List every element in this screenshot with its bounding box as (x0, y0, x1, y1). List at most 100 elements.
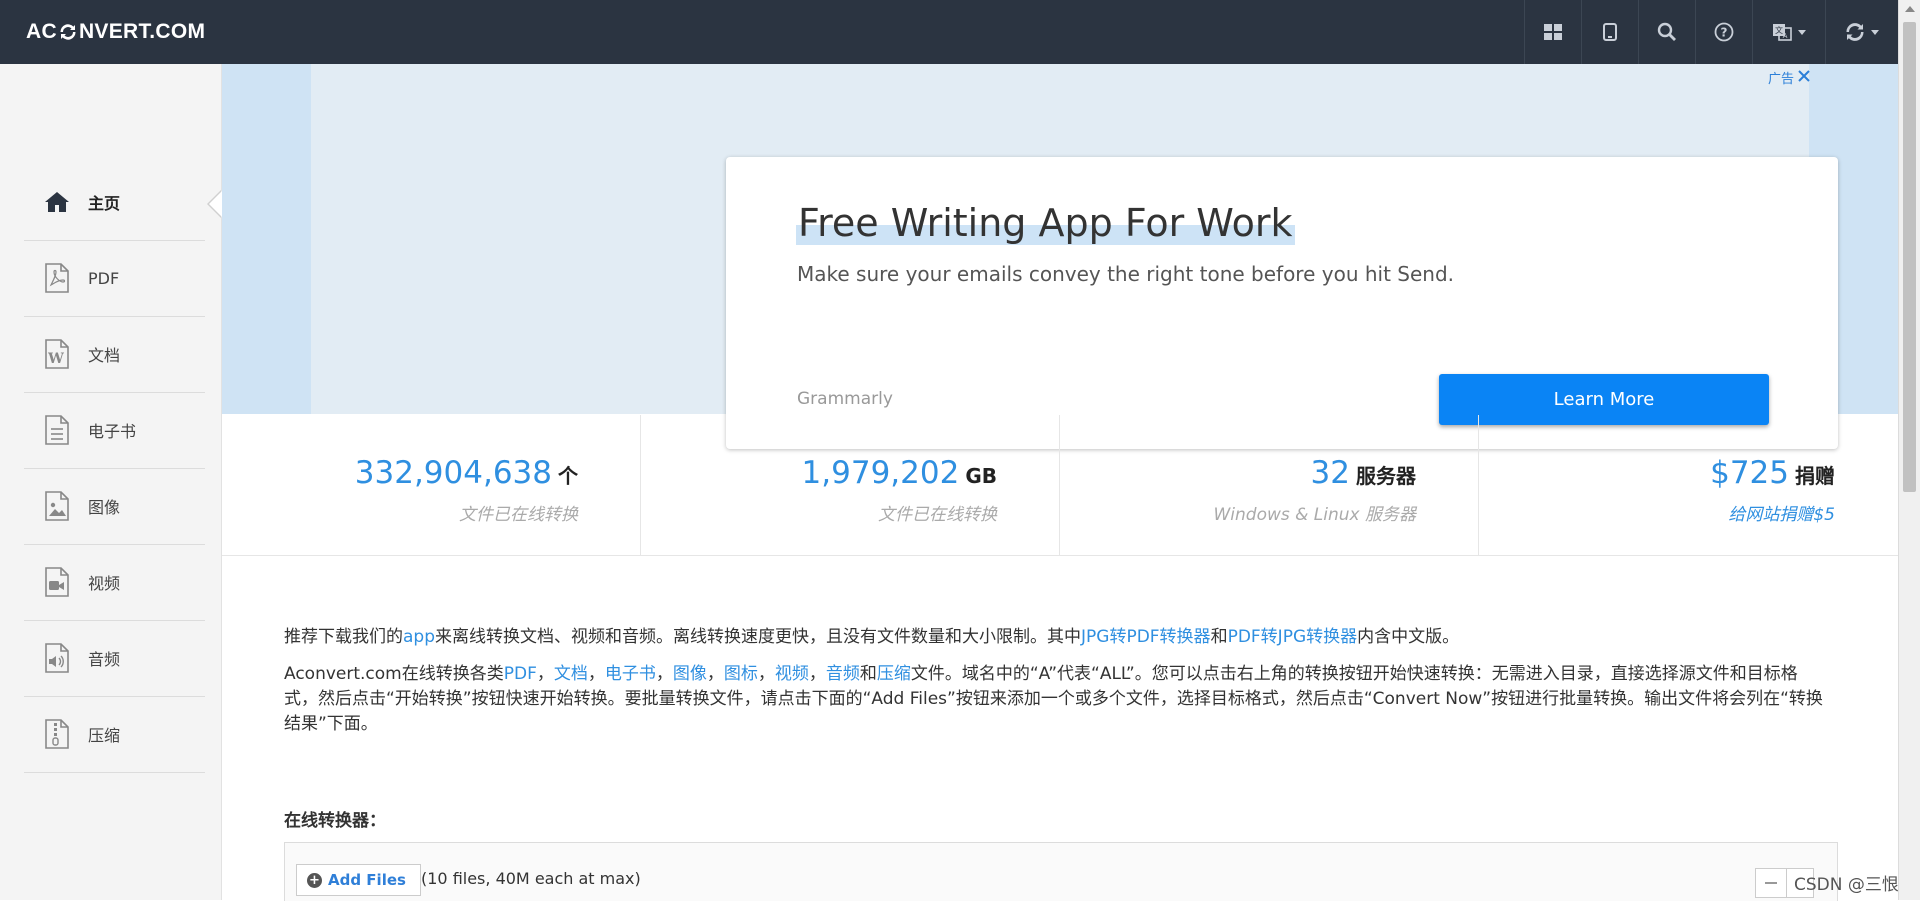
svg-text:A: A (1783, 32, 1788, 40)
chevron-down-icon (1871, 29, 1879, 35)
svg-text:W: W (47, 351, 64, 367)
intro-text: 推荐下载我们的app来离线转换文档、视频和音频。离线转换速度更快，且没有文件数量… (284, 625, 1830, 749)
donate-link[interactable]: 给网站捐赠$5 (1728, 500, 1835, 525)
separator: ， (655, 664, 673, 684)
language-dropdown[interactable]: 文A (1752, 0, 1825, 64)
sidebar-item-video[interactable]: 视频 (24, 544, 205, 621)
app-link[interactable]: app (403, 627, 435, 647)
jpg-to-pdf-link[interactable]: JPG转PDF转换器 (1081, 627, 1211, 647)
stats-bar: 332,904,638 个 文件已在线转换 1,979,202 GB 文件已在线转换… (222, 415, 1898, 556)
separator: ， (536, 664, 554, 684)
sidebar-item-label: 文档 (88, 346, 121, 365)
site-logo[interactable]: AC NVERT.COM (26, 20, 205, 44)
stat-files-count: 332,904,638 个 文件已在线转换 (222, 415, 641, 555)
category-link-document[interactable]: 文档 (554, 664, 588, 684)
sidebar: 主页 PDF W 文档 电子书 图像 视频 音频 压缩 (0, 64, 222, 900)
category-link-audio[interactable]: 音频 (826, 664, 860, 684)
sidebar-item-label: 视频 (88, 574, 121, 593)
add-files-label: Add Files (328, 871, 406, 889)
ad-badge[interactable]: 广告 (1768, 68, 1810, 87)
sidebar-item-label: 音频 (88, 650, 121, 669)
category-link-ebook[interactable]: 电子书 (605, 664, 656, 684)
separator: ， (587, 664, 605, 684)
upload-limit-hint: (10 files, 40M each at max) (421, 869, 641, 888)
stat-donations: $725 捐赠 给网站捐赠$5 (1479, 415, 1897, 555)
sidebar-item-image[interactable]: 图像 (24, 468, 205, 545)
sidebar-item-ebook[interactable]: 电子书 (24, 392, 205, 469)
search-icon (1657, 22, 1677, 42)
file-uploader: + Add Files (10 files, 40M each at max) (284, 842, 1838, 901)
convert-dropdown[interactable] (1825, 0, 1898, 64)
close-icon[interactable] (1798, 69, 1810, 86)
logo-recycle-icon (59, 23, 77, 41)
sidebar-item-label: PDF (88, 268, 120, 288)
text-segment: 来离线转换文档、视频和音频。离线转换速度更快，且没有文件数量和大小限制。其中 (435, 627, 1081, 647)
section-title-online-converter: 在线转换器： (284, 811, 386, 831)
category-link-archive[interactable]: 压缩 (877, 664, 911, 684)
intro-paragraph-about: Aconvert.com在线转换各类PDF，文档，电子书，图像，图标，视频，音频… (284, 662, 1830, 737)
watermark: CSDN @三恨 (1794, 875, 1899, 895)
category-link-pdf[interactable]: PDF (504, 664, 537, 684)
refresh-icon (1845, 22, 1865, 42)
grid-menu-button[interactable] (1524, 0, 1581, 64)
stat-value: 1,979,202 (801, 455, 960, 491)
category-link-image[interactable]: 图像 (673, 664, 707, 684)
vertical-scrollbar[interactable] (1898, 0, 1920, 900)
mobile-view-button[interactable] (1581, 0, 1638, 64)
stat-unit: 个 (558, 464, 578, 488)
chevron-down-icon (1798, 29, 1806, 35)
sidebar-item-label: 图像 (88, 498, 121, 517)
sidebar-item-archive[interactable]: 压缩 (24, 696, 205, 773)
svg-text:?: ? (1721, 26, 1728, 40)
category-link-video[interactable]: 视频 (775, 664, 809, 684)
text-segment: Aconvert.com在线转换各类 (284, 664, 504, 684)
minimize-button[interactable] (1755, 868, 1787, 898)
search-button[interactable] (1638, 0, 1695, 64)
stat-value: 32 (1310, 455, 1350, 491)
stat-desc: 文件已在线转换 (459, 505, 578, 525)
stat-servers: 32 服务器 Windows & Linux 服务器 (1060, 415, 1479, 555)
scrollbar-thumb[interactable] (1903, 22, 1916, 492)
sidebar-item-audio[interactable]: 音频 (24, 620, 205, 697)
text-segment: 和 (1210, 627, 1228, 647)
audio-icon (42, 643, 72, 673)
pdf-icon (42, 263, 72, 293)
text-segment: 内含中文版。 (1357, 627, 1460, 647)
stat-unit: 捐赠 (1795, 464, 1835, 488)
sidebar-item-home[interactable]: 主页 (24, 164, 205, 241)
plus-icon: + (307, 872, 322, 888)
tablet-icon (1603, 23, 1617, 41)
intro-paragraph-app: 推荐下载我们的app来离线转换文档、视频和音频。离线转换速度更快，且没有文件数量… (284, 625, 1830, 650)
word-icon: W (42, 339, 72, 369)
ad-brand: Grammarly (797, 389, 893, 409)
help-icon: ? (1714, 22, 1734, 42)
sidebar-item-document[interactable]: W 文档 (24, 316, 205, 393)
add-files-button[interactable]: + Add Files (296, 864, 421, 896)
home-icon (42, 187, 72, 217)
ad-card[interactable]: Free Writing App For Work Make sure your… (726, 157, 1838, 449)
image-icon (42, 491, 72, 521)
logo-text-left: AC (26, 20, 57, 43)
stat-desc: Windows & Linux 服务器 (1213, 505, 1416, 525)
text-segment: 推荐下载我们的 (284, 627, 403, 647)
stat-unit: 服务器 (1356, 464, 1416, 488)
separator: ， (808, 664, 826, 684)
logo-text-right: NVERT.COM (78, 20, 206, 43)
ad-title[interactable]: Free Writing App For Work (796, 201, 1295, 245)
separator: 和 (859, 664, 877, 684)
sidebar-item-pdf[interactable]: PDF (24, 240, 205, 317)
video-icon (42, 567, 72, 597)
ad-subtitle: Make sure your emails convey the right t… (797, 262, 1455, 286)
separator: ， (706, 664, 724, 684)
scroll-up-arrow-icon[interactable] (1905, 6, 1915, 12)
sidebar-item-label: 主页 (88, 194, 121, 213)
stat-desc: 文件已在线转换 (878, 505, 997, 525)
ad-banner: 广告 Free Writing App For Work Make sure y… (222, 64, 1898, 449)
separator: ， (757, 664, 775, 684)
sidebar-item-label: 压缩 (88, 726, 121, 745)
top-navbar: AC NVERT.COM ? 文A (0, 0, 1898, 64)
help-button[interactable]: ? (1695, 0, 1752, 64)
pdf-to-jpg-link[interactable]: PDF转JPG转换器 (1228, 627, 1358, 647)
ebook-icon (42, 415, 72, 445)
category-link-icon[interactable]: 图标 (724, 664, 758, 684)
